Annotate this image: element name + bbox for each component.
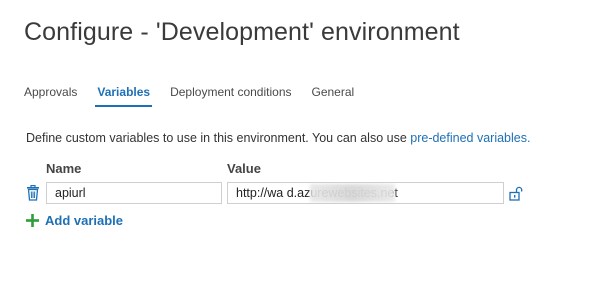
variable-name-input[interactable]: apiurl [46, 182, 222, 204]
tab-deployment-conditions[interactable]: Deployment conditions [170, 85, 291, 107]
add-variable-label: Add variable [45, 213, 124, 228]
plus-icon [26, 214, 39, 227]
page-title: Configure - 'Development' environment [24, 18, 460, 46]
tab-variables[interactable]: Variables [95, 85, 153, 107]
name-column-header: Name [46, 161, 82, 176]
tab-bar: Approvals Variables Deployment condition… [24, 85, 374, 107]
variable-name-value: apiurl [55, 186, 86, 200]
description-text: Define custom variables to use in this e… [26, 131, 411, 145]
value-column-header: Value [227, 161, 261, 176]
variables-description: Define custom variables to use in this e… [26, 131, 530, 145]
configure-environment-page: Configure - 'Development' environment Ap… [0, 0, 600, 289]
tab-general[interactable]: General [312, 85, 355, 107]
tab-approvals[interactable]: Approvals [24, 85, 77, 107]
unlock-icon[interactable] [509, 186, 523, 201]
variable-value-input[interactable]: http://wa d.azurewebsites.net [227, 182, 504, 204]
predefined-variables-link[interactable]: pre-defined variables. [410, 131, 530, 145]
redacted-region [310, 184, 395, 202]
trash-icon[interactable] [26, 184, 40, 201]
add-variable-button[interactable]: Add variable [26, 213, 123, 228]
